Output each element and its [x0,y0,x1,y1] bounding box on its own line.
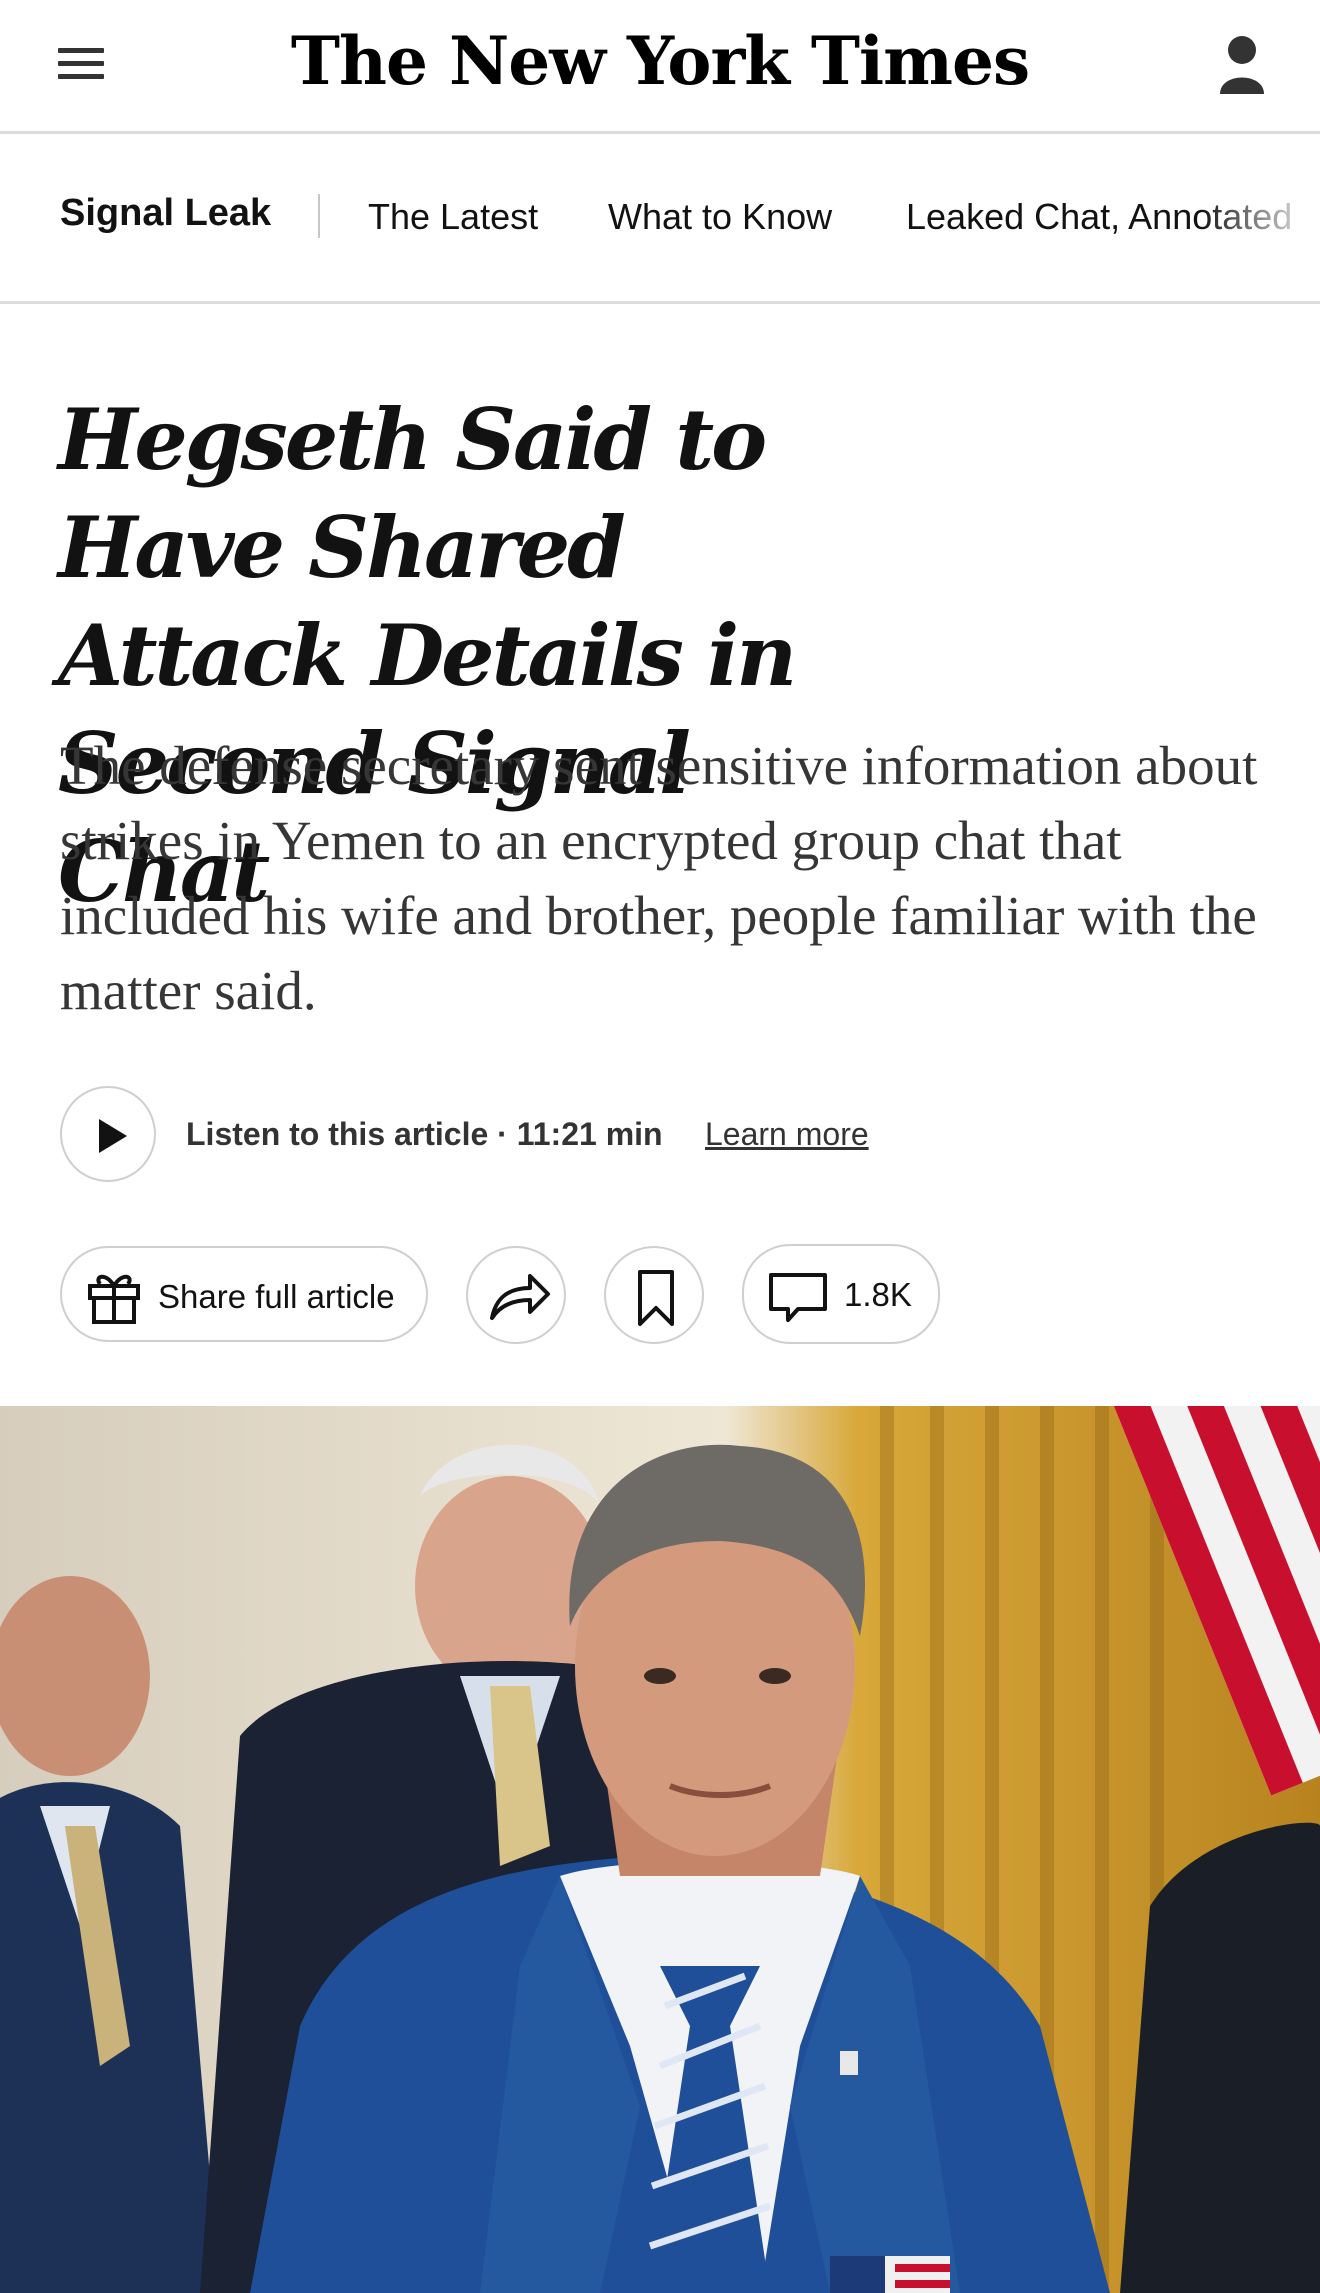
lead-photo[interactable] [0,1406,1320,2293]
share-full-article-button[interactable]: Share full article [60,1246,428,1342]
nav-divider [318,194,320,238]
comments-button[interactable]: 1.8K [742,1244,940,1344]
play-icon [99,1119,127,1153]
share-full-article-label: Share full article [158,1278,395,1315]
share-arrow-icon [490,1274,550,1320]
lead-photo-illustration [0,1406,1320,2293]
share-button[interactable] [466,1246,566,1344]
save-button[interactable] [604,1246,704,1344]
comment-icon [769,1273,827,1322]
article-summary: The defense secretary sent sensitive inf… [60,735,1258,1021]
person-icon[interactable] [1218,34,1266,94]
nav-fade [1200,134,1320,301]
play-button[interactable] [60,1086,156,1182]
nyt-logo[interactable]: The New York Times [0,22,1320,100]
section-nav-title[interactable]: Signal Leak [60,192,271,235]
comment-count: 1.8K [844,1276,912,1313]
gift-icon [88,1274,140,1324]
bookmark-icon [638,1270,674,1326]
listen-label: Listen to this article · 11:21 min [186,1116,663,1152]
masthead: The New York Times [0,0,1320,134]
section-nav: Signal Leak The Latest What to Know Leak… [0,134,1320,304]
nav-item-what-to-know[interactable]: What to Know [608,196,832,238]
nav-item-the-latest[interactable]: The Latest [368,196,538,238]
learn-more-link[interactable]: Learn more [705,1116,869,1153]
